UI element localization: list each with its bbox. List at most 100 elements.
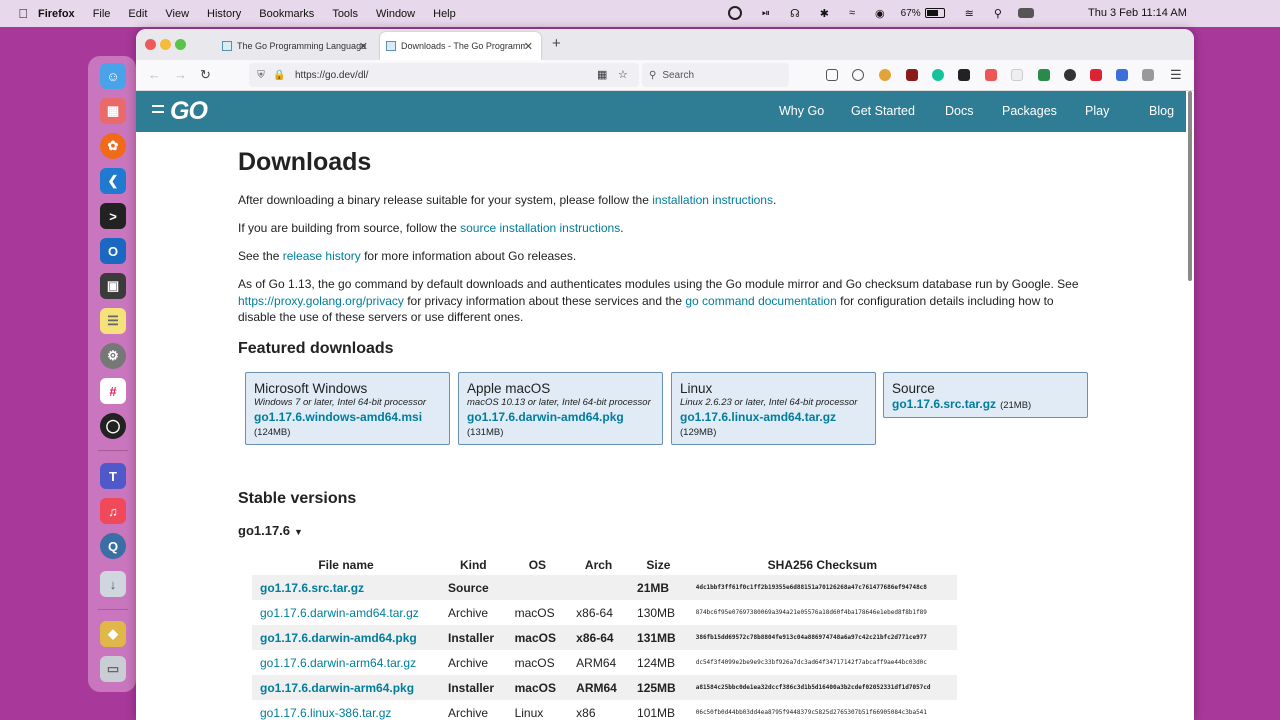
hamburger-menu-icon[interactable]: ☰ <box>1170 67 1182 83</box>
obs-icon[interactable]: ◯ <box>100 413 126 439</box>
url-text[interactable]: https://go.dev/dl/ <box>295 70 368 81</box>
extension-blank-icon[interactable] <box>1011 69 1023 81</box>
battery-icon[interactable] <box>924 8 945 18</box>
qr-code-icon[interactable]: ▦ <box>597 68 607 81</box>
extension-grammarly-icon[interactable] <box>932 69 944 81</box>
os-cell: macOS <box>506 675 569 700</box>
user-icon[interactable]: ◉ <box>875 7 885 20</box>
featured-file-link[interactable]: go1.17.6.src.tar.gz <box>892 397 996 411</box>
file-name-link[interactable]: go1.17.6.linux-386.tar.gz <box>252 700 440 720</box>
back-arrow-icon[interactable]: ← <box>148 67 161 82</box>
page-scrollbar[interactable] <box>1188 91 1192 281</box>
firefox-icon[interactable]: ✿ <box>100 133 126 159</box>
extension-arrow-icon[interactable] <box>1142 69 1154 81</box>
finder-icon[interactable]: ☺ <box>100 63 126 89</box>
stack-icon[interactable]: ◆ <box>100 621 126 647</box>
file-name-link[interactable]: go1.17.6.darwin-amd64.tar.gz <box>252 600 440 625</box>
slack-icon[interactable]: # <box>100 378 126 404</box>
apple-menu-icon[interactable]:  <box>0 6 38 21</box>
vscode-icon[interactable]: ❮ <box>100 168 126 194</box>
menu-window[interactable]: Window <box>376 8 415 20</box>
file-name-link[interactable]: go1.17.6.darwin-arm64.pkg <box>252 675 440 700</box>
teams-icon[interactable]: T <box>100 463 126 489</box>
featured-source[interactable]: Source go1.17.6.src.tar.gz (21MB) <box>883 372 1088 418</box>
outlook-icon[interactable]: O <box>100 238 126 264</box>
lock-icon[interactable]: 🔒 <box>273 70 285 81</box>
menu-history[interactable]: History <box>207 8 241 20</box>
menu-view[interactable]: View <box>165 8 189 20</box>
tab-go-home[interactable]: The Go Programming Language ✕ <box>216 32 376 60</box>
trash-icon[interactable]: ▭ <box>100 656 126 682</box>
menu-bookmarks[interactable]: Bookmarks <box>259 8 314 20</box>
notes-icon[interactable]: ☰ <box>100 308 126 334</box>
nav-blog[interactable]: Blog <box>1149 104 1174 118</box>
file-name-link[interactable]: go1.17.6.darwin-amd64.pkg <box>252 625 440 650</box>
file-name-link[interactable]: go1.17.6.src.tar.gz <box>252 575 440 600</box>
nav-packages[interactable]: Packages <box>1002 104 1057 118</box>
wifi-icon[interactable]: ≊ <box>965 7 974 20</box>
siri-icon[interactable] <box>1017 8 1034 18</box>
nav-docs[interactable]: Docs <box>945 104 973 118</box>
bookmark-star-icon[interactable]: ☆ <box>618 68 628 81</box>
proxy-privacy-link[interactable]: https://proxy.golang.org/privacy <box>238 294 404 308</box>
quicktime-icon[interactable]: Q <box>100 533 126 559</box>
featured-file-link[interactable]: go1.17.6.darwin-amd64.pkg <box>467 410 654 424</box>
shield-icon[interactable]: ⛨ <box>255 70 267 81</box>
close-window-button[interactable] <box>145 39 156 50</box>
menu-edit[interactable]: Edit <box>128 8 147 20</box>
go-command-docs-link[interactable]: go command documentation <box>685 294 836 308</box>
extension-calendar-icon[interactable] <box>985 69 997 81</box>
reload-icon[interactable]: ↻ <box>200 67 211 83</box>
extension-share-icon[interactable] <box>1038 69 1050 81</box>
go-logo[interactable]: GO <box>152 97 208 126</box>
menu-help[interactable]: Help <box>433 8 456 20</box>
extension-vue-icon[interactable] <box>1116 69 1128 81</box>
table-row: go1.17.6.darwin-arm64.pkg Installer macOS A… <box>252 675 957 700</box>
new-tab-button[interactable]: + <box>552 35 561 52</box>
nav-why-go[interactable]: Why Go <box>779 104 824 118</box>
minimize-window-button[interactable] <box>160 39 171 50</box>
featured-linux[interactable]: Linux Linux 2.6.23 or later, Intel 64-bi… <box>671 372 876 445</box>
release-history-link[interactable]: release history <box>283 249 361 263</box>
maximize-window-button[interactable] <box>175 39 186 50</box>
terminal-icon[interactable]: > <box>100 203 126 229</box>
check-circle-icon[interactable] <box>852 69 864 81</box>
featured-macos[interactable]: Apple macOS macOS 10.13 or later, Intel … <box>458 372 663 445</box>
launchpad-icon[interactable]: ▦ <box>100 98 126 124</box>
play-icon[interactable]: ⏯ <box>762 8 770 19</box>
extension-grid-icon[interactable] <box>958 69 970 81</box>
tab-downloads[interactable]: Downloads - The Go Programmi ✕ <box>380 32 541 60</box>
search-box[interactable]: ⚲ Search <box>642 63 789 87</box>
control-center-icon[interactable]: ≈ <box>849 7 855 19</box>
bluetooth-icon[interactable]: ✱ <box>820 7 829 20</box>
url-bar[interactable]: ⛨ 🔒 https://go.dev/dl/ ▦ ☆ <box>249 63 639 87</box>
downloads-icon[interactable]: ↓ <box>100 571 126 597</box>
file-name-link[interactable]: go1.17.6.darwin-arm64.tar.gz <box>252 650 440 675</box>
creative-cloud-icon[interactable] <box>728 6 742 20</box>
spotlight-icon[interactable]: ⚲ <box>994 7 1002 20</box>
music-icon[interactable]: ♫ <box>100 498 126 524</box>
menu-tools[interactable]: Tools <box>332 8 358 20</box>
tab-close-icon[interactable]: ✕ <box>524 40 533 53</box>
tab-close-icon[interactable]: ✕ <box>359 40 368 53</box>
menu-clock[interactable]: Thu 3 Feb 11:14 AM <box>1088 7 1187 19</box>
pocket-icon[interactable] <box>826 69 838 81</box>
extension-globe-icon[interactable] <box>1064 69 1076 81</box>
nav-play[interactable]: Play <box>1085 104 1109 118</box>
featured-file-link[interactable]: go1.17.6.linux-amd64.tar.gz <box>680 410 867 424</box>
forward-arrow-icon[interactable]: → <box>174 67 187 82</box>
source-installation-link[interactable]: source installation instructions <box>460 221 620 235</box>
version-toggle[interactable]: go1.17.6 ▼ <box>238 523 303 538</box>
featured-file-link[interactable]: go1.17.6.windows-amd64.msi <box>254 410 441 424</box>
featured-windows[interactable]: Microsoft Windows Windows 7 or later, In… <box>245 372 450 445</box>
menu-file[interactable]: File <box>93 8 111 20</box>
extension-badge-icon[interactable] <box>1090 69 1102 81</box>
menu-app-name[interactable]: Firefox <box>38 8 75 20</box>
extension-color-icon[interactable] <box>879 69 891 81</box>
headphones-icon[interactable]: ☊ <box>790 7 800 20</box>
installation-instructions-link[interactable]: installation instructions <box>652 193 773 207</box>
nav-get-started[interactable]: Get Started <box>851 104 915 118</box>
screenshot-icon[interactable]: ▣ <box>100 273 126 299</box>
system-preferences-icon[interactable]: ⚙ <box>100 343 126 369</box>
extension-ublock-icon[interactable] <box>906 69 918 81</box>
